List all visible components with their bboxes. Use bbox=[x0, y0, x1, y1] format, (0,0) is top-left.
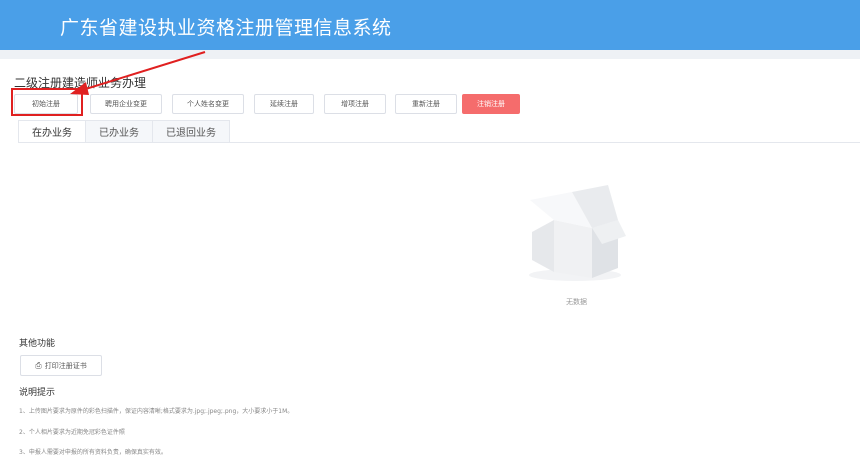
header-divider bbox=[0, 50, 860, 59]
printer-icon: ⎙ bbox=[35, 360, 42, 370]
empty-box-icon bbox=[529, 185, 626, 281]
note-item: 3、申报人需要对申报的所有资料负责，确保真实有效。 bbox=[19, 449, 167, 456]
notes-title: 说明提示 bbox=[19, 388, 56, 398]
tab-completed[interactable]: 已办业务 bbox=[85, 120, 153, 143]
re-registration-button[interactable]: 重新注册 bbox=[395, 94, 457, 114]
additional-registration-button[interactable]: 增项注册 bbox=[324, 94, 386, 114]
annotation-arrow-icon bbox=[70, 51, 206, 95]
employer-change-button[interactable]: 聘用企业变更 bbox=[90, 94, 162, 114]
app-title: 广东省建设执业资格注册管理信息系统 bbox=[60, 17, 392, 39]
print-certificate-label: 打印注册证书 bbox=[44, 361, 87, 370]
tab-bar: 在办业务 已办业务 已退回业务 bbox=[18, 120, 230, 143]
other-functions-title: 其他功能 bbox=[19, 339, 56, 349]
renewal-registration-button[interactable]: 延续注册 bbox=[254, 94, 314, 114]
tab-in-progress[interactable]: 在办业务 bbox=[18, 120, 86, 143]
tab-returned[interactable]: 已退回业务 bbox=[152, 120, 230, 143]
print-certificate-button[interactable]: ⎙ 打印注册证书 bbox=[20, 355, 102, 376]
app-header: 广东省建设执业资格注册管理信息系统 bbox=[0, 0, 860, 50]
empty-state-text: 无数据 bbox=[566, 298, 587, 306]
note-item: 1、上传图片要求为原件的彩色扫描件，保证内容清晰;格式要求为.jpg;.jpeg… bbox=[19, 408, 294, 415]
name-change-button[interactable]: 个人姓名变更 bbox=[172, 94, 244, 114]
tab-divider bbox=[18, 142, 860, 143]
annotation-highlight-box bbox=[11, 88, 83, 116]
note-item: 2、个人相片要求为近期免冠彩色证件照 bbox=[19, 429, 125, 436]
cancel-registration-button[interactable]: 注销注册 bbox=[462, 94, 520, 114]
